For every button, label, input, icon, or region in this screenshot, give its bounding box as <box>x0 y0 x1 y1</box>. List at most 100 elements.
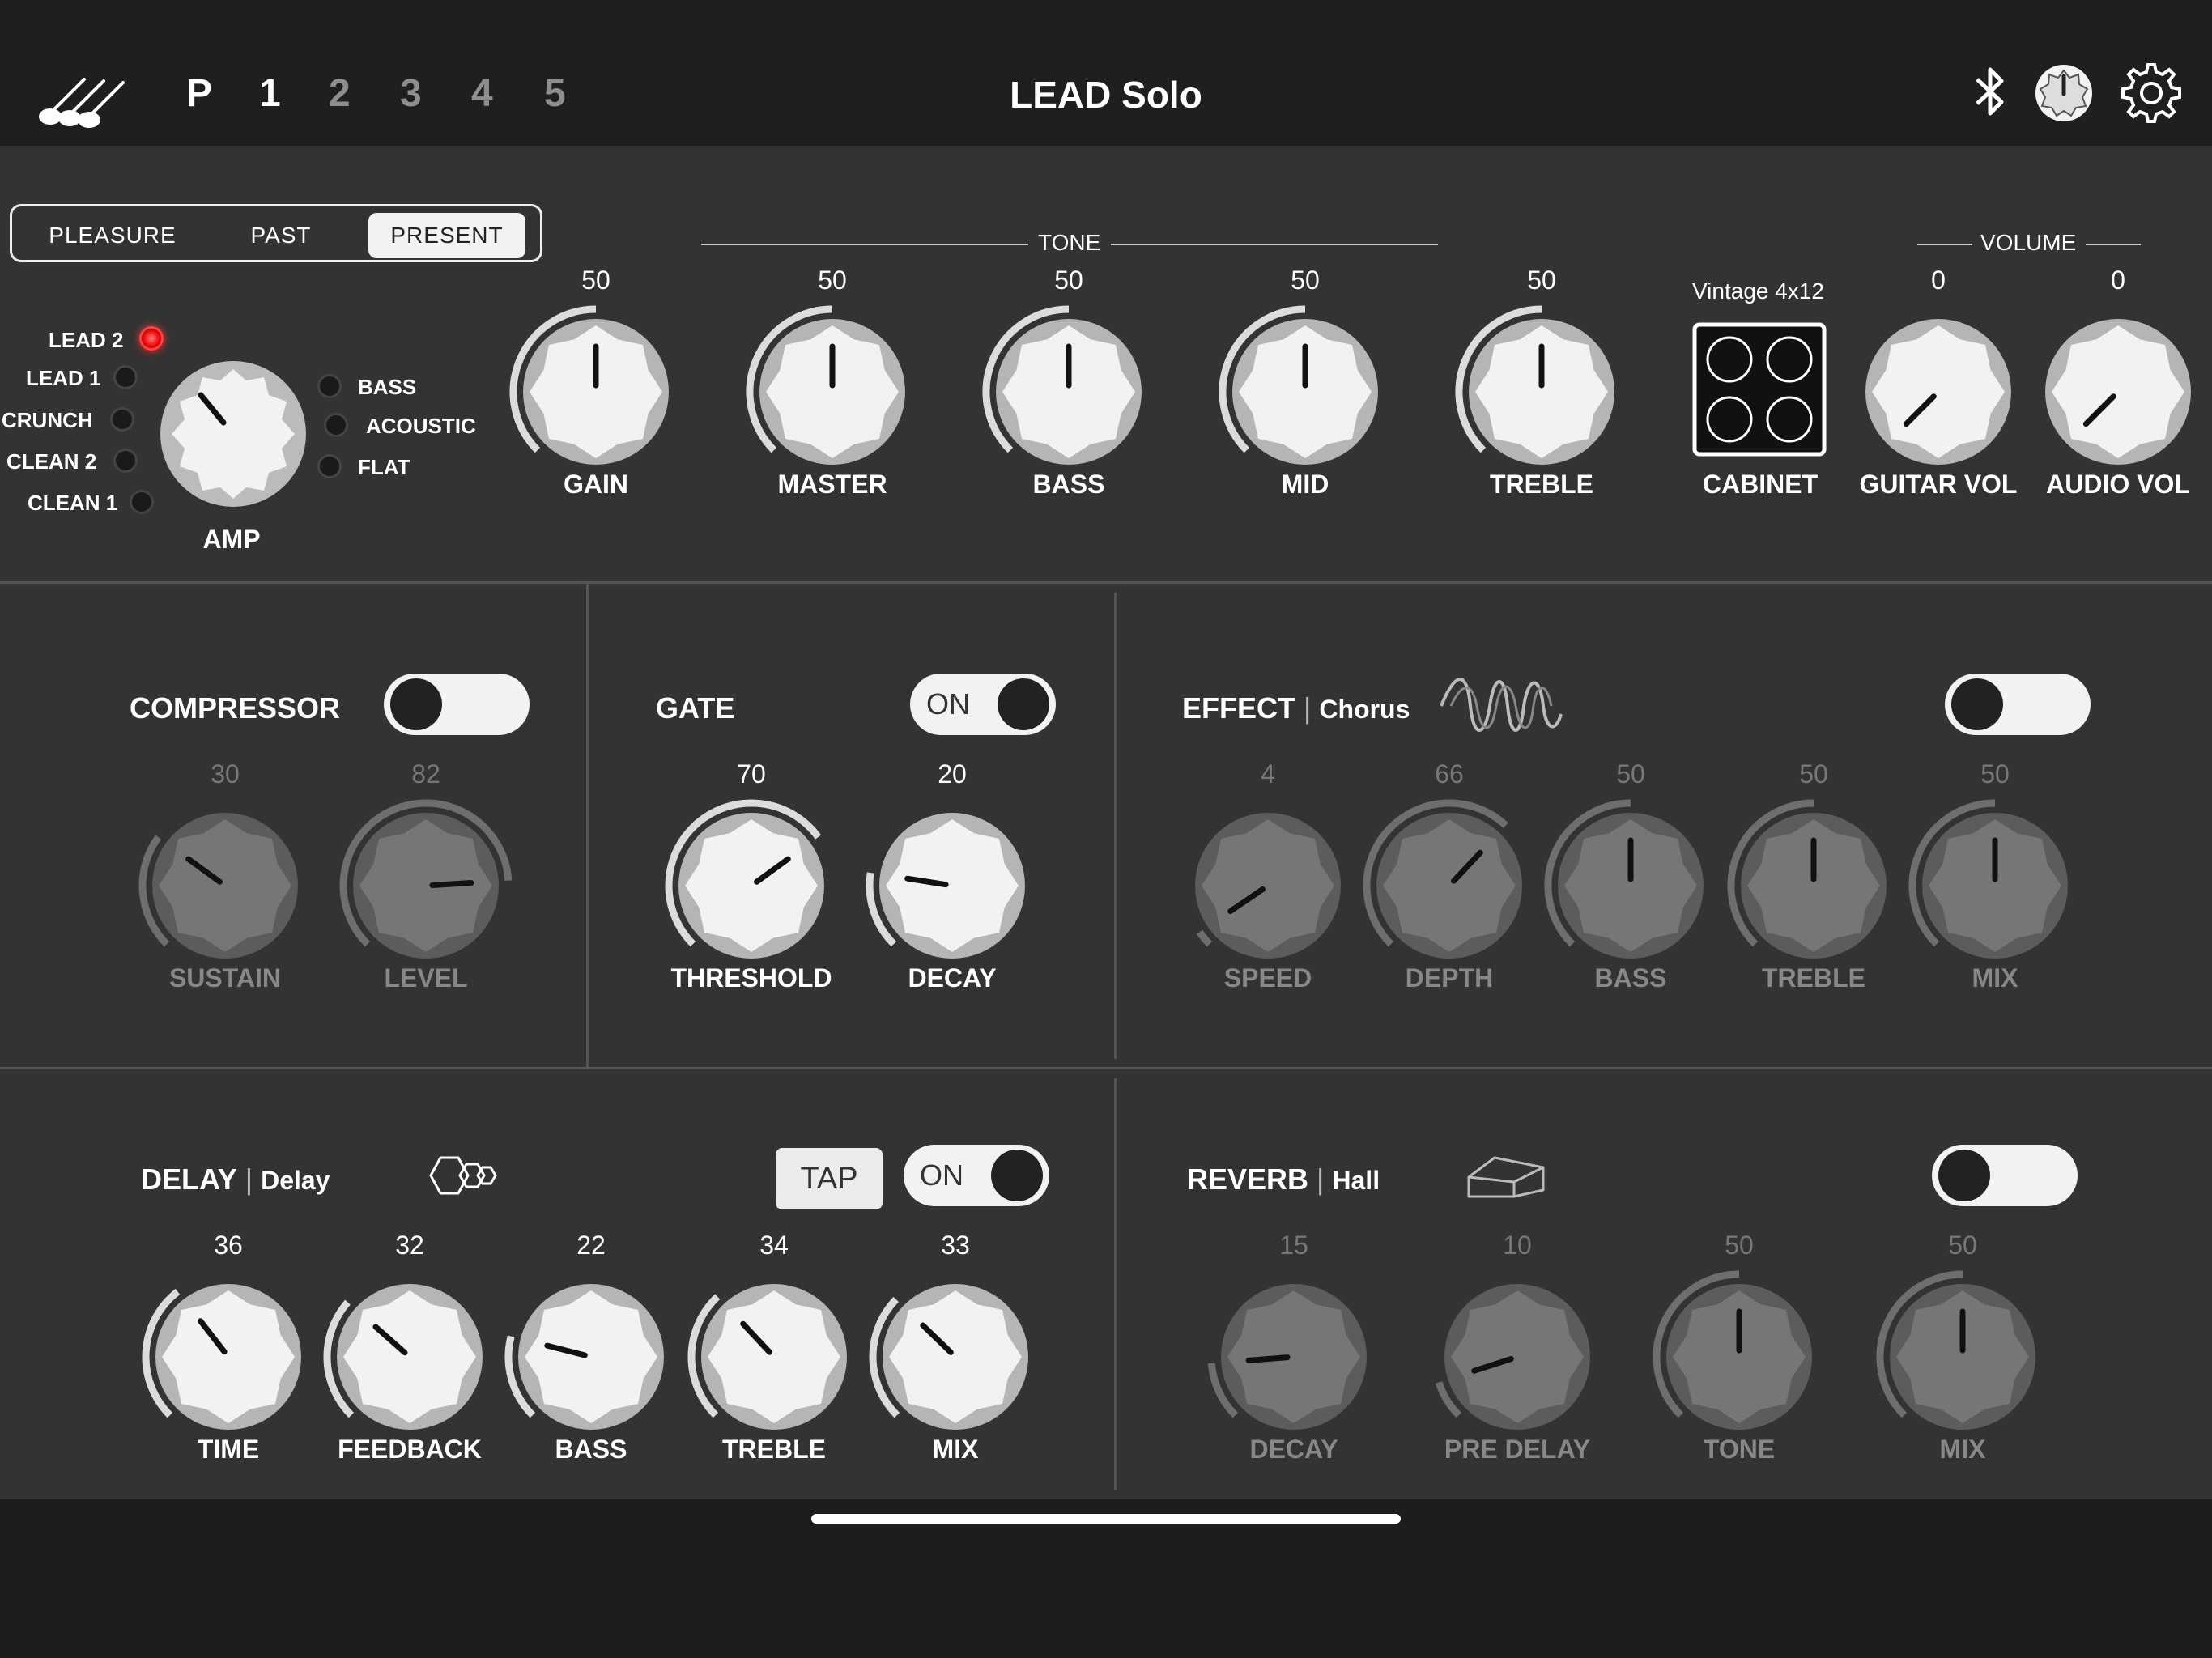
bluetooth-icon[interactable] <box>1972 65 2008 118</box>
reverb-pre-delay-label: PRE DELAY <box>1444 1435 1591 1464</box>
delay-toggle-thumb <box>991 1150 1043 1201</box>
effect-speed-value: 4 <box>1261 759 1275 789</box>
preset-2[interactable]: 2 <box>329 71 351 116</box>
amp-type-clean1-label: CLEAN 1 <box>28 491 118 515</box>
delay-treble-value: 34 <box>759 1231 789 1260</box>
audio-vol-value: 0 <box>2111 266 2125 295</box>
amp-type-flat-led[interactable] <box>317 454 342 478</box>
tap-tempo-button[interactable]: TAP <box>776 1148 883 1209</box>
effect-treble-knob[interactable] <box>1725 797 1903 975</box>
compressor-toggle[interactable] <box>384 674 530 735</box>
effect-speed-knob[interactable] <box>1179 797 1357 975</box>
effect-type[interactable]: Chorus <box>1319 695 1410 724</box>
delay-time-label: TIME <box>197 1435 260 1464</box>
amp-type-flat-label: FLAT <box>358 455 410 479</box>
volume-header-line-left <box>1917 244 1972 245</box>
preset-5[interactable]: 5 <box>544 71 566 116</box>
amp-type-lead1-led[interactable] <box>113 365 138 389</box>
effect-treble-label: TREBLE <box>1762 963 1865 993</box>
effect-depth-value: 66 <box>1435 759 1464 789</box>
effect-mix-knob[interactable] <box>1906 797 2084 975</box>
reverb-pre-delay-knob-face <box>1451 1290 1584 1423</box>
delay-feedback-knob-face <box>343 1290 476 1423</box>
amp-mode-selector: PLEASURE PAST PRESENT <box>10 204 542 262</box>
tone-treble-value: 50 <box>1527 266 1556 295</box>
tone-treble-label: TREBLE <box>1490 470 1593 499</box>
effect-mix-value: 50 <box>1980 759 2010 789</box>
effect-depth-knob[interactable] <box>1360 797 1538 975</box>
tone-mid-value: 50 <box>1291 266 1320 295</box>
gate-threshold-knob[interactable] <box>662 797 840 975</box>
gate-decay-knob[interactable] <box>863 797 1041 975</box>
tuner-icon[interactable] <box>2034 63 2094 123</box>
cabinet-speaker-icon[interactable] <box>1692 322 1827 457</box>
tone-gain-knob[interactable] <box>507 303 685 481</box>
reverb-type[interactable]: Hall <box>1332 1166 1380 1195</box>
cabinet-name: Vintage 4x12 <box>1692 278 1824 304</box>
patch-title[interactable]: LEAD Solo <box>944 73 1268 117</box>
reverb-toggle[interactable] <box>1932 1145 2078 1206</box>
compressor-toggle-thumb <box>390 678 442 730</box>
delay-feedback-knob[interactable] <box>321 1268 499 1446</box>
reverb-mix-knob[interactable] <box>1874 1268 2052 1446</box>
tone-header-line-right <box>1111 244 1438 245</box>
amp-type-acoustic-led[interactable] <box>324 413 348 437</box>
delay-type[interactable]: Delay <box>261 1166 330 1195</box>
guitar-vol-knob[interactable] <box>1849 303 2027 481</box>
reverb-pre-delay-knob[interactable] <box>1428 1268 1606 1446</box>
guitars-logo-icon[interactable] <box>36 70 136 130</box>
effect-depth-knob-face <box>1383 819 1516 952</box>
amp-selector-knob[interactable] <box>155 356 311 512</box>
gear-icon[interactable] <box>2120 62 2183 125</box>
mode-pleasure[interactable]: PLEASURE <box>23 213 202 258</box>
reverb-decay-value: 15 <box>1279 1231 1308 1260</box>
effect-bass-knob[interactable] <box>1542 797 1720 975</box>
amp-type-bass-led[interactable] <box>317 374 342 398</box>
reverb-mix-value: 50 <box>1948 1231 1977 1260</box>
mode-present[interactable]: PRESENT <box>368 213 525 258</box>
tone-master-knob[interactable] <box>743 303 921 481</box>
gate-toggle[interactable]: ON <box>910 674 1056 735</box>
effect-toggle[interactable] <box>1945 674 2091 735</box>
mode-past[interactable]: PAST <box>200 213 362 258</box>
audio-vol-knob[interactable] <box>2029 303 2207 481</box>
reverb-decay-label: DECAY <box>1249 1435 1338 1464</box>
preset-p[interactable]: P <box>186 71 212 116</box>
amp-type-crunch-led[interactable] <box>110 407 134 432</box>
delay-bass-knob[interactable] <box>502 1268 680 1446</box>
delay-treble-knob-face <box>708 1290 840 1423</box>
compressor-level-knob[interactable] <box>337 797 515 975</box>
preset-4[interactable]: 4 <box>471 71 493 116</box>
reverb-tone-knob[interactable] <box>1650 1268 1828 1446</box>
compressor-sustain-knob[interactable] <box>136 797 314 975</box>
gate-decay-value: 20 <box>938 759 967 789</box>
tone-bass-knob[interactable] <box>980 303 1158 481</box>
hall-room-icon <box>1467 1156 1545 1198</box>
tone-header: TONE <box>1038 230 1101 255</box>
reverb-title: REVERB | Hall <box>1187 1163 1380 1196</box>
effect-title-label: EFFECT <box>1182 691 1295 725</box>
audio-vol-knob-face <box>2052 325 2184 458</box>
delay-time-knob[interactable] <box>139 1268 317 1446</box>
amp-label: AMP <box>202 525 261 554</box>
tone-mid-knob[interactable] <box>1216 303 1394 481</box>
reverb-decay-knob[interactable] <box>1205 1268 1383 1446</box>
home-indicator[interactable] <box>811 1514 1401 1524</box>
delay-feedback-label: FEEDBACK <box>338 1435 482 1464</box>
tone-treble-knob[interactable] <box>1453 303 1631 481</box>
preset-3[interactable]: 3 <box>400 71 422 116</box>
gate-threshold-label: THRESHOLD <box>670 963 832 993</box>
gate-threshold-value: 70 <box>737 759 766 789</box>
reverb-mix-label: MIX <box>1939 1435 1986 1464</box>
divider-mid-bottom <box>0 1067 2212 1069</box>
reverb-decay-knob-face <box>1227 1290 1360 1423</box>
delay-mix-knob[interactable] <box>866 1268 1044 1446</box>
delay-mix-value: 33 <box>941 1231 970 1260</box>
amp-type-lead2-led[interactable] <box>139 326 164 351</box>
chorus-wave-icon <box>1440 678 1563 732</box>
preset-1[interactable]: 1 <box>259 71 281 116</box>
amp-type-clean1-led[interactable] <box>130 490 154 514</box>
amp-type-clean2-led[interactable] <box>113 449 138 473</box>
delay-toggle[interactable]: ON <box>904 1145 1049 1206</box>
delay-treble-knob[interactable] <box>685 1268 863 1446</box>
